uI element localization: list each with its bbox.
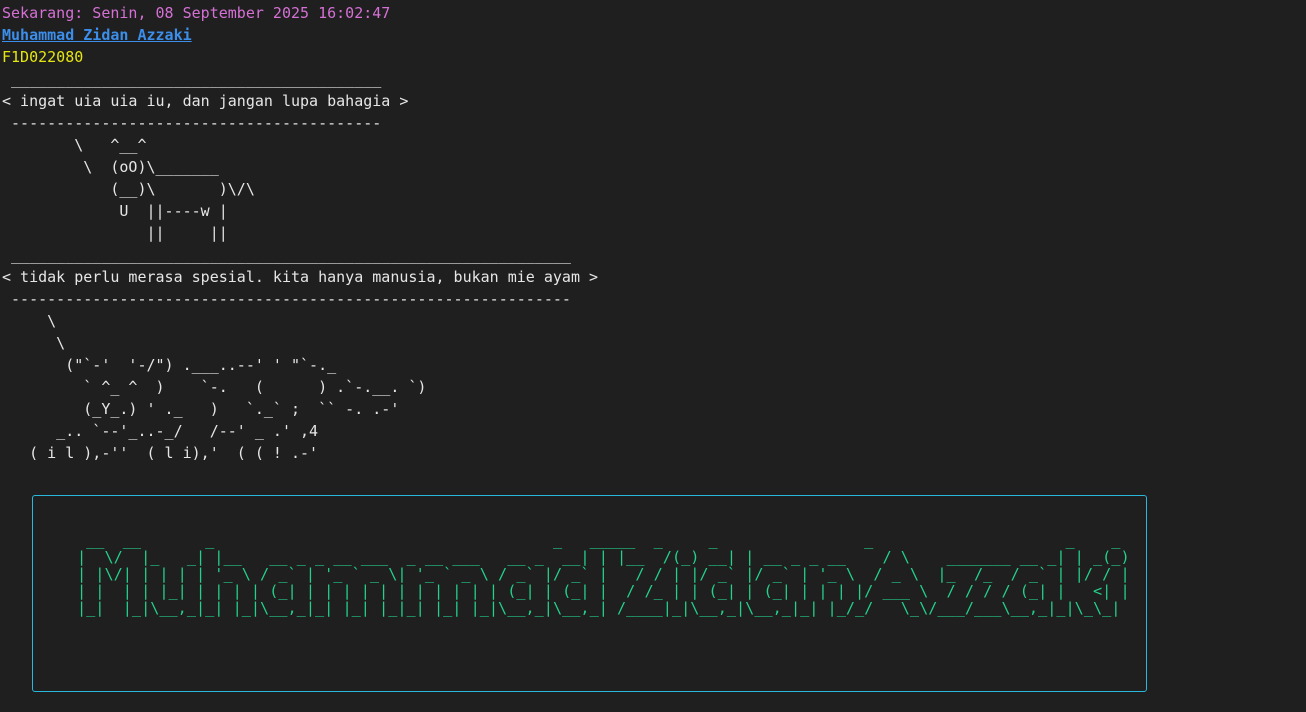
student-id: F1D022080 <box>2 48 84 66</box>
name-banner-ascii: __ __ _ _ _____ _ _ _ _ _ | \/ |_ _| |__… <box>77 531 1130 617</box>
current-datetime: Sekarang: Senin, 08 September 2025 16:02… <box>2 4 391 22</box>
terminal-output: Sekarang: Senin, 08 September 2025 16:02… <box>0 0 1306 712</box>
author-name-link[interactable]: Muhammad Zidan Azzaki <box>2 24 192 46</box>
cowsay-cow-message: ________________________________________… <box>2 70 409 242</box>
name-banner-box: __ __ _ _ _____ _ _ _ _ _ | \/ |_ _| |__… <box>32 495 1147 692</box>
cowsay-rhino-message: ________________________________________… <box>2 246 599 462</box>
